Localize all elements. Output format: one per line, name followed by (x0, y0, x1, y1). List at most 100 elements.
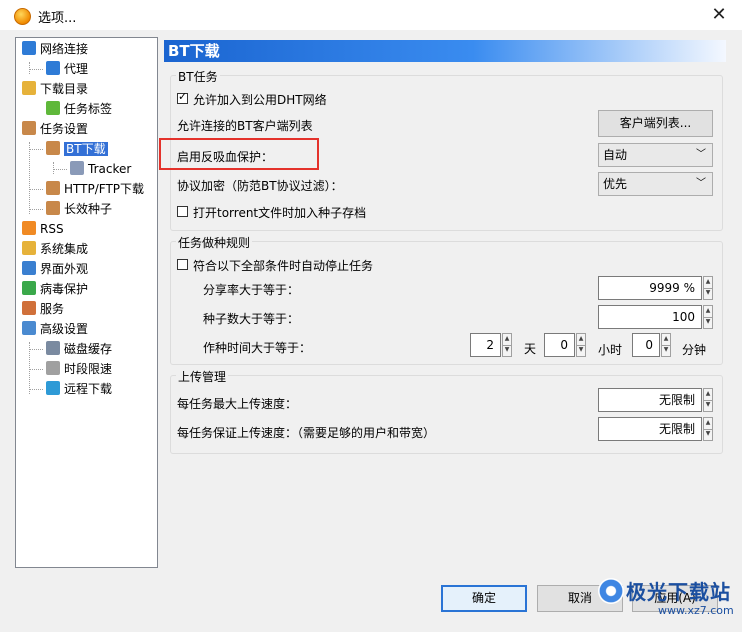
tree-item[interactable]: BT下载 (46, 140, 108, 158)
tree-item-label: 时段限速 (64, 362, 113, 376)
tree-item[interactable]: 时段限速 (46, 360, 112, 378)
max-upload-input[interactable]: 无限制 (598, 388, 702, 412)
tree-item[interactable]: 界面外观 (22, 260, 88, 278)
page-title: BT下载 (164, 40, 726, 62)
chevron-down-icon: ﹀ (696, 178, 706, 189)
tree-item[interactable]: 任务标签 (46, 100, 112, 118)
tree-item[interactable]: 长效种子 (46, 200, 112, 218)
tree-item-label: 任务标签 (64, 102, 113, 116)
spin-down-icon[interactable]: ▼ (704, 288, 712, 299)
tree-item[interactable]: 高级设置 (22, 320, 88, 338)
minutes-unit: 分钟 (682, 343, 707, 357)
spin-down-icon[interactable]: ▼ (704, 317, 712, 328)
tree-item[interactable]: 远程下载 (46, 380, 112, 398)
encryption-label: 协议加密（防范BT协议过滤）： (177, 179, 343, 193)
guarantee-upload-input[interactable]: 无限制 (598, 417, 702, 441)
auto-stop-label: 符合以下全部条件时自动停止任务 (193, 259, 374, 273)
settings-tree[interactable]: 网络连接代理下载目录任务标签任务设置 BT下载 Tracker HTTP/FTP下载长… (15, 37, 158, 568)
globe-icon (46, 61, 60, 75)
upload-group (170, 375, 723, 454)
tree-item-label: 任务设置 (40, 122, 89, 136)
tree-item-label: BT下载 (64, 142, 108, 156)
spin-down-icon[interactable]: ▼ (577, 345, 585, 356)
minutes-spinner[interactable]: ▲ ▼ (661, 333, 671, 357)
rss-icon (22, 221, 36, 235)
tree-item[interactable]: 磁盘缓存 (46, 340, 112, 358)
close-icon[interactable]: ✕ (705, 2, 733, 28)
disk-icon (46, 341, 60, 355)
guarantee-upload-label: 每任务保证上传速度：（需要足够的用户和带宽） (177, 426, 436, 440)
title-bar: 选项... ✕ (0, 0, 742, 30)
tree-item[interactable]: 任务设置 (22, 120, 88, 138)
minutes-input[interactable]: 0 (632, 333, 660, 357)
globe-icon (22, 41, 36, 55)
tree-item[interactable]: 系统集成 (22, 240, 88, 258)
watermark: 极光下载站 www.xz7.com (598, 574, 738, 624)
tree-item-label: 代理 (64, 62, 89, 76)
anti-leech-value: 自动 (603, 148, 628, 162)
window-title: 选项... (38, 11, 77, 26)
tree-item[interactable]: Tracker (70, 160, 131, 178)
tree-item-label: 下载目录 (40, 82, 89, 96)
watermark-logo-icon (598, 578, 624, 604)
tree-item[interactable]: 病毒保护 (22, 280, 88, 298)
days-unit: 天 (524, 342, 537, 356)
torrent-archive-checkbox[interactable] (177, 206, 188, 217)
max-upload-spinner[interactable]: ▲ ▼ (703, 388, 713, 412)
tree-item-label: 服务 (40, 302, 65, 316)
seeds-spinner[interactable]: ▲ ▼ (703, 305, 713, 329)
tree-item-label: 磁盘缓存 (64, 342, 113, 356)
tree-item-label: 高级设置 (40, 322, 89, 336)
ratio-spinner[interactable]: ▲ ▼ (703, 276, 713, 300)
seeds-label: 种子数大于等于： (203, 312, 300, 326)
tree-item-label: Tracker (88, 162, 132, 176)
tree-item-label: 网络连接 (40, 42, 89, 56)
clipboard-icon (46, 201, 60, 215)
anti-leech-select[interactable]: 自动 ﹀ (598, 143, 713, 167)
clipboard-icon (22, 121, 36, 135)
clients-label: 允许连接的BT客户端列表 (177, 119, 313, 133)
tree-item[interactable]: 服务 (22, 300, 64, 318)
spin-down-icon[interactable]: ▼ (503, 345, 511, 356)
dht-checkbox[interactable] (177, 90, 188, 104)
tree-item-label: 病毒保护 (40, 282, 89, 296)
cube-icon (70, 161, 84, 175)
chevron-down-icon: ﹀ (696, 149, 706, 160)
days-input[interactable]: 2 (470, 333, 501, 357)
tree-item[interactable]: 代理 (46, 60, 88, 78)
ok-button[interactable]: 确定 (441, 585, 527, 612)
app-icon (14, 8, 31, 25)
encryption-select[interactable]: 优先 ﹀ (598, 172, 713, 196)
hours-spinner[interactable]: ▲ ▼ (576, 333, 586, 357)
clipboard-icon (46, 141, 60, 155)
dht-label: 允许加入到公用DHT网络 (193, 93, 327, 107)
highlight-box (159, 138, 319, 170)
spin-down-icon[interactable]: ▼ (704, 400, 712, 411)
tag-icon (46, 101, 60, 115)
seeding-rules-group-title: 任务做种规则 (176, 234, 253, 251)
hours-unit: 小时 (598, 343, 623, 357)
folder-icon (22, 81, 36, 95)
palette-icon (22, 261, 36, 275)
tree-item[interactable]: RSS (22, 220, 64, 238)
tree-item[interactable]: 下载目录 (22, 80, 88, 98)
seeds-input[interactable]: 100 (598, 305, 702, 329)
spin-down-icon[interactable]: ▼ (704, 429, 712, 440)
clipboard-icon (46, 181, 60, 195)
watermark-text: 极光下载站 (626, 580, 731, 604)
auto-stop-checkbox[interactable] (177, 259, 188, 270)
key-icon (46, 361, 60, 375)
upload-group-title: 上传管理 (176, 368, 229, 385)
tree-item[interactable]: 网络连接 (22, 40, 88, 58)
days-spinner[interactable]: ▲ ▼ (502, 333, 512, 357)
globe-icon (46, 381, 60, 395)
tree-item-label: 长效种子 (64, 202, 113, 216)
client-list-button[interactable]: 客户端列表... (598, 110, 713, 137)
ratio-label: 分享率大于等于： (203, 283, 300, 297)
tree-item[interactable]: HTTP/FTP下载 (46, 180, 144, 198)
ratio-input[interactable]: 9999 % (598, 276, 702, 300)
guarantee-upload-spinner[interactable]: ▲ ▼ (703, 417, 713, 441)
puzzle-icon (22, 241, 36, 255)
spin-down-icon[interactable]: ▼ (662, 345, 670, 356)
hours-input[interactable]: 0 (544, 333, 575, 357)
